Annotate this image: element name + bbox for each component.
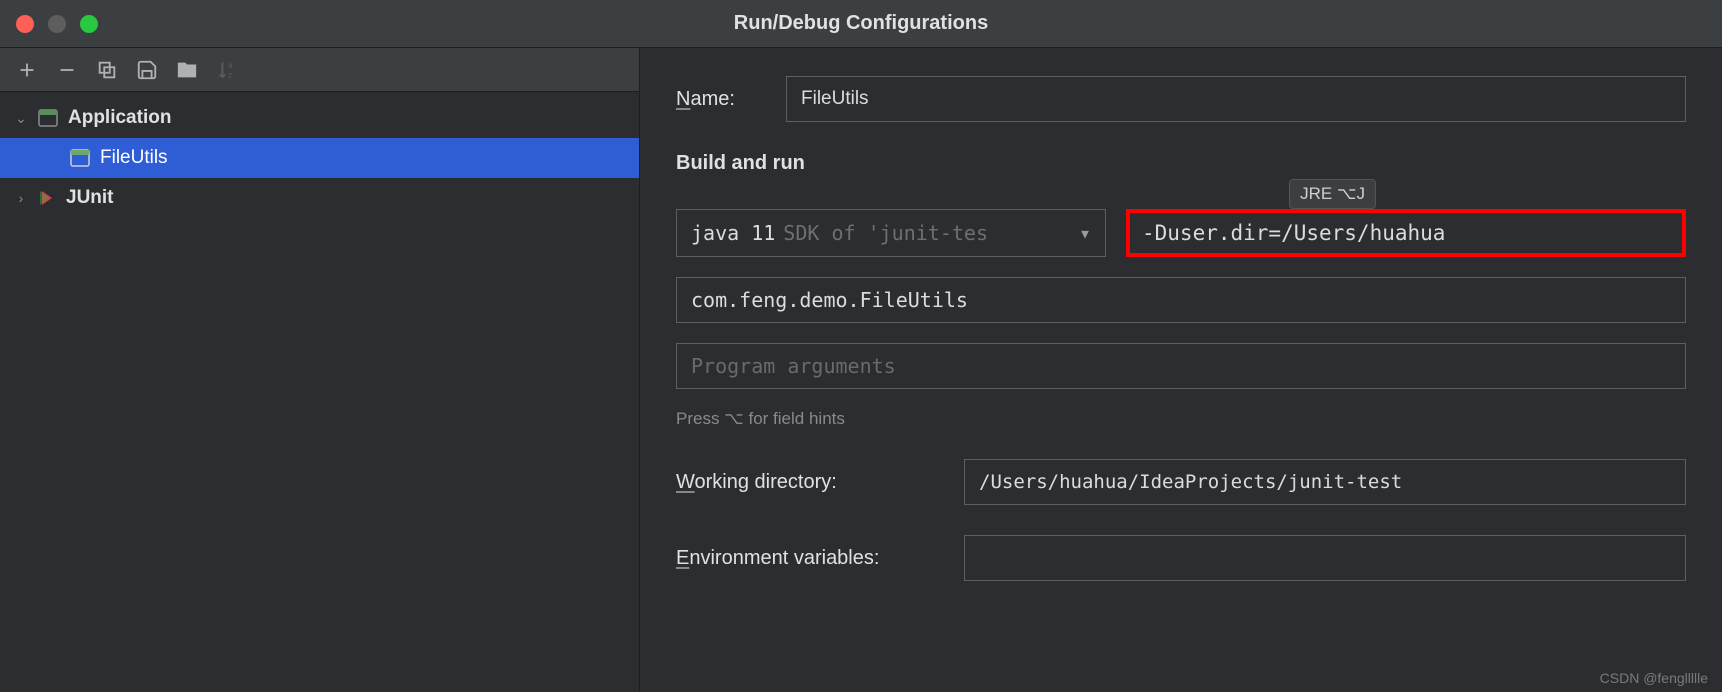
jre-select[interactable]: java 11 SDK of 'junit-tes ▾ xyxy=(676,209,1106,257)
window-minimize-button[interactable] xyxy=(48,15,66,33)
chevron-down-icon: ▾ xyxy=(1079,221,1091,245)
window-close-button[interactable] xyxy=(16,15,34,33)
remove-icon[interactable] xyxy=(56,59,78,81)
chevron-right-icon: › xyxy=(14,190,28,206)
tree-label: Application xyxy=(68,107,171,129)
name-input[interactable] xyxy=(786,76,1686,122)
window-maximize-button[interactable] xyxy=(80,15,98,33)
save-icon[interactable] xyxy=(136,59,158,81)
sidebar-toolbar: az xyxy=(0,48,639,92)
svg-text:z: z xyxy=(228,70,232,79)
main-class-input[interactable] xyxy=(676,277,1686,323)
field-hint: Press ⌥ for field hints xyxy=(676,409,1686,429)
sort-icon[interactable]: az xyxy=(216,59,238,81)
junit-type-icon xyxy=(38,189,56,207)
name-label: Name: xyxy=(676,88,786,111)
application-config-icon xyxy=(70,149,90,167)
jre-description: SDK of 'junit-tes xyxy=(783,221,988,245)
vm-options-input[interactable]: -Duser.dir=/Users/huahua xyxy=(1126,209,1686,257)
watermark: CSDN @fengllllle xyxy=(1600,670,1708,686)
tree-node-application[interactable]: ⌄ Application xyxy=(0,98,639,138)
add-icon[interactable] xyxy=(16,59,38,81)
main-panel: Name: Build and run JRE ⌥J java 11 SDK o… xyxy=(640,48,1722,692)
window-title: Run/Debug Configurations xyxy=(0,12,1722,35)
tree-node-junit[interactable]: › JUnit xyxy=(0,178,639,218)
tree-node-fileutils[interactable]: FileUtils xyxy=(0,138,639,178)
environment-variables-label: Environment variables: xyxy=(676,547,946,570)
folder-icon[interactable] xyxy=(176,59,198,81)
tree-label: JUnit xyxy=(66,187,114,209)
copy-icon[interactable] xyxy=(96,59,118,81)
jre-shortcut-hint: JRE ⌥J xyxy=(1289,179,1376,209)
working-directory-input[interactable] xyxy=(964,459,1686,505)
titlebar: Run/Debug Configurations xyxy=(0,0,1722,48)
jre-name: java 11 xyxy=(691,221,775,245)
working-directory-label: Working directory: xyxy=(676,471,946,494)
svg-text:a: a xyxy=(228,61,233,70)
sidebar: az ⌄ Application FileUtils xyxy=(0,48,640,692)
config-tree: ⌄ Application FileUtils › xyxy=(0,92,639,692)
build-run-section-title: Build and run xyxy=(676,152,1686,175)
application-type-icon xyxy=(38,109,58,127)
environment-variables-input[interactable] xyxy=(964,535,1686,581)
chevron-down-icon: ⌄ xyxy=(14,110,28,127)
program-arguments-input[interactable] xyxy=(676,343,1686,389)
tree-label: FileUtils xyxy=(100,147,168,169)
vm-options-value: -Duser.dir=/Users/huahua xyxy=(1142,221,1445,245)
